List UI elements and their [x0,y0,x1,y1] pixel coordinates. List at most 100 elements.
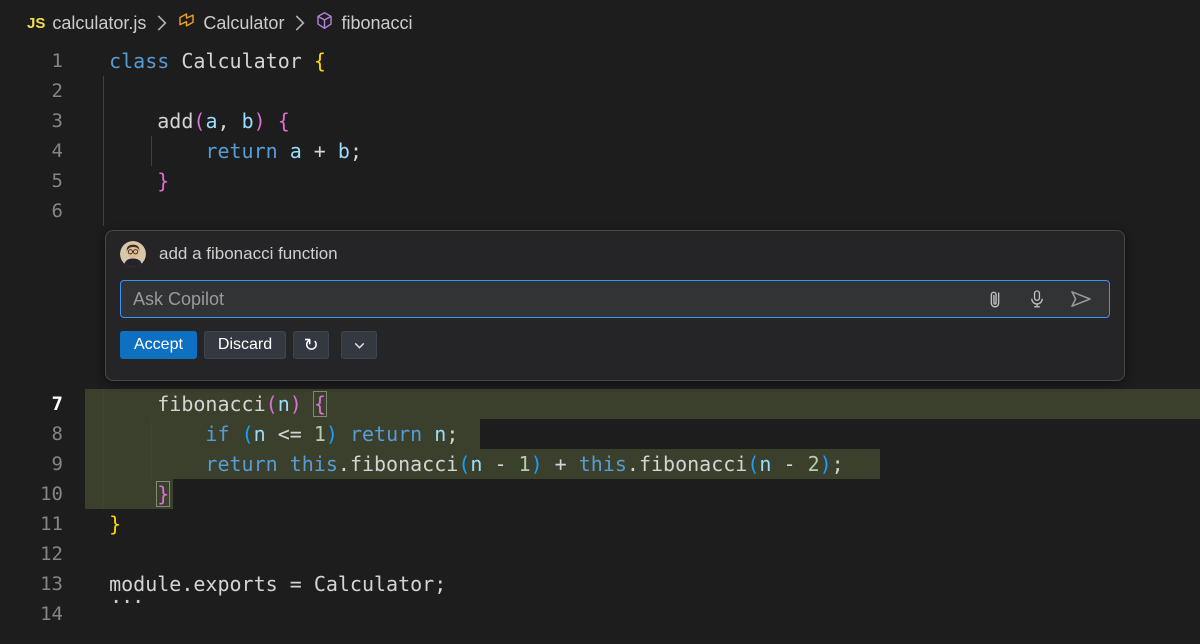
breadcrumb-item-file[interactable]: JS calculator.js [27,13,146,34]
code-token: } [109,512,121,536]
code-token: ( [747,452,759,476]
code-token: ( [458,452,470,476]
code-token: ) [531,452,543,476]
vscode-editor-window: JS calculator.js Calculator fibonacci 1 … [0,0,1200,629]
code-line[interactable]: 8 if (n <= 1) return n; [0,419,1200,449]
line-number[interactable]: 3 [0,106,85,136]
code-content: return a + b; [85,136,1200,166]
paperclip-icon[interactable] [983,287,1007,311]
chevron-right-icon [292,14,307,32]
code-token: exports [193,572,277,596]
code-content: } [85,479,1200,509]
code-line[interactable]: 11 } [0,509,1200,539]
code-token: ( [242,422,254,446]
chat-input-row [120,280,1110,318]
code-line[interactable]: 5 } [0,166,1200,196]
code-line[interactable]: 14 [0,599,1200,629]
line-number[interactable]: 13 [0,569,85,599]
line-number[interactable]: 7 [0,389,85,419]
code-line[interactable]: 1 class Calculator { [0,46,1200,76]
editor[interactable]: 1 class Calculator {2 3 add(a, b) {4 ret… [0,46,1200,629]
code-line[interactable]: 10 } [0,479,1200,509]
code-token: module [109,572,181,596]
code-token: ) [254,109,266,133]
chat-input-box [120,280,1110,318]
code-token: 1 [314,422,326,446]
code-token: , [217,109,241,133]
code-line[interactable]: 13 module.exports = Calculator; [0,569,1200,599]
code-content: add(a, b) { [85,106,1200,136]
breadcrumb-item-class[interactable]: Calculator [177,11,284,35]
line-number[interactable]: 10 [0,479,85,509]
code-content: class Calculator { [85,46,1200,76]
line-number[interactable]: 9 [0,449,85,479]
chevron-down-icon[interactable] [341,331,377,359]
code-token: = [278,572,314,596]
symbol-method-icon [315,11,334,35]
code-line[interactable]: 9 return this.fibonacci(n - 1) + this.fi… [0,449,1200,479]
code-content: if (n <= 1) return n; [85,419,1200,449]
code-token: ( [266,392,278,416]
code-token [109,452,205,476]
symbol-class-icon [177,11,196,35]
code-token: { [278,109,290,133]
code-token: ) [326,422,338,446]
code-token: . [627,452,639,476]
code-token [278,139,290,163]
code-token: <= [266,422,314,446]
code-token: a [205,109,217,133]
code-line[interactable]: 7 fibonacci(n) { [0,389,1200,419]
line-number[interactable]: 6 [0,196,85,226]
retry-icon[interactable]: ↻ [293,331,329,359]
code-token: . [338,452,350,476]
code-content [85,599,1200,629]
code-token: - [482,452,518,476]
line-number[interactable]: 11 [0,509,85,539]
code-token [109,482,157,506]
breadcrumb: JS calculator.js Calculator fibonacci [0,0,1200,46]
javascript-file-icon: JS [27,15,45,32]
code-token: class [109,49,169,73]
code-lines: 1 class Calculator {2 3 add(a, b) {4 ret… [0,46,1200,629]
code-token: 2 [808,452,820,476]
code-line[interactable]: 3 add(a, b) { [0,106,1200,136]
code-token: fibonacci [157,392,265,416]
code-line[interactable]: 6 [0,196,1200,226]
code-content: } [85,509,1200,539]
ask-copilot-input[interactable] [133,289,983,310]
bracket-match: } [157,482,169,506]
code-token: + [302,139,338,163]
line-number[interactable]: 1 [0,46,85,76]
line-number[interactable]: 12 [0,539,85,569]
code-token: Calculator [181,49,301,73]
line-number[interactable]: 4 [0,136,85,166]
breadcrumb-item-symbol[interactable]: fibonacci [315,11,412,35]
accept-button[interactable]: Accept [120,331,197,359]
code-token [109,139,205,163]
line-number[interactable]: 2 [0,76,85,106]
send-icon[interactable] [1067,286,1095,312]
code-token [302,49,314,73]
code-token [266,109,278,133]
code-token: { [314,49,326,73]
microphone-icon[interactable] [1025,287,1049,311]
code-token: b [338,139,350,163]
user-avatar [120,241,146,267]
discard-button[interactable]: Discard [204,331,286,359]
code-content: return this.fibonacci(n - 1) + this.fibo… [85,449,1200,479]
code-token: n [759,452,771,476]
code-content [85,76,1200,106]
line-number[interactable]: 5 [0,166,85,196]
code-line[interactable]: 4 return a + b; [0,136,1200,166]
code-token: ; [434,572,446,596]
code-line[interactable]: 2 [0,76,1200,106]
chevron-right-icon [154,14,169,32]
code-token: this [579,452,627,476]
code-line[interactable]: 12 [0,539,1200,569]
line-number[interactable]: 8 [0,419,85,449]
code-token: ( [193,109,205,133]
line-number[interactable]: 14 [0,599,85,629]
code-token [302,392,314,416]
code-token: ; [350,139,362,163]
code-token [278,452,290,476]
